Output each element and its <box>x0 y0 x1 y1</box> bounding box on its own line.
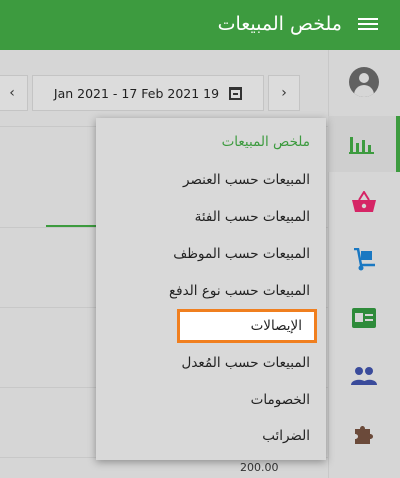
axis-tick-label: 200.00 <box>240 461 279 474</box>
page-title: ملخص المبيعات <box>217 13 342 35</box>
sidebar-item-customers[interactable] <box>328 348 400 404</box>
sidebar-item-employees[interactable] <box>328 290 400 346</box>
menu-item-sales-by-payment-type[interactable]: المبيعات حسب نوع الدفع <box>96 273 326 309</box>
next-period-button[interactable]: › <box>268 75 300 111</box>
hamburger-menu-icon[interactable] <box>358 15 378 35</box>
chevron-right-icon: › <box>281 85 287 101</box>
id-card-icon <box>352 308 376 328</box>
bar-chart-icon <box>349 137 374 154</box>
sidebar-item-apps[interactable] <box>328 406 400 462</box>
date-range-text: Jan 2021 - 17 Feb 2021 19 <box>53 85 220 101</box>
date-filter-bar: ‹ Jan 2021 - 17 Feb 2021 19 › <box>0 50 328 116</box>
sidebar <box>328 50 400 478</box>
menu-item-sales-by-category[interactable]: المبيعات حسب الفئة <box>96 199 326 235</box>
account-circle-icon <box>349 67 379 97</box>
report-type-menu: ملخص المبيعات المبيعات حسب العنصر المبيع… <box>96 118 326 460</box>
sidebar-item-account[interactable] <box>328 54 400 110</box>
menu-item-sales-by-item[interactable]: المبيعات حسب العنصر <box>96 162 326 198</box>
sidebar-item-sales[interactable] <box>328 174 400 230</box>
menu-item-discounts[interactable]: الخصومات <box>96 382 326 418</box>
dolly-icon <box>354 248 375 271</box>
sidebar-item-reports[interactable] <box>328 116 400 172</box>
previous-period-button[interactable]: ‹ <box>0 75 28 111</box>
calendar-icon <box>229 86 243 100</box>
app-bar: ملخص المبيعات <box>0 0 400 50</box>
sidebar-item-inventory[interactable] <box>328 232 400 288</box>
puzzle-icon <box>355 426 373 444</box>
chevron-left-icon: ‹ <box>9 85 15 101</box>
menu-item-taxes[interactable]: الضرائب <box>96 418 326 454</box>
menu-item-sales-by-employee[interactable]: المبيعات حسب الموظف <box>96 236 326 272</box>
menu-item-sales-summary[interactable]: ملخص المبيعات <box>96 124 326 160</box>
basket-icon <box>352 191 376 212</box>
date-range-picker[interactable]: Jan 2021 - 17 Feb 2021 19 <box>32 75 264 111</box>
menu-item-receipts[interactable]: الإيصالات <box>177 309 317 343</box>
menu-item-sales-by-modifier[interactable]: المبيعات حسب المُعدل <box>96 345 326 381</box>
people-icon <box>351 367 377 385</box>
